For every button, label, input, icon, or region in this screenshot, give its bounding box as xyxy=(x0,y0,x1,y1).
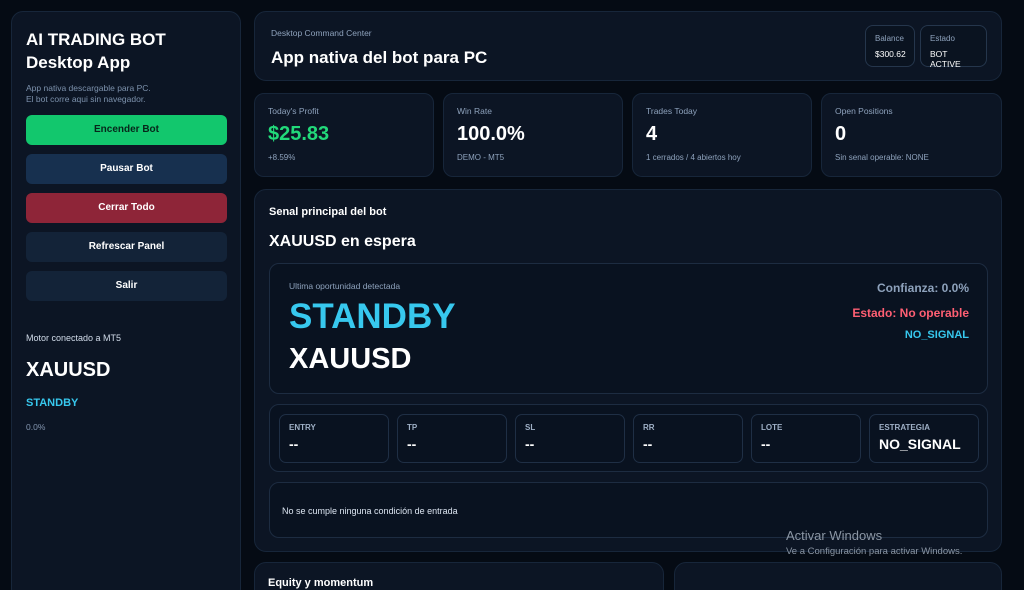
metric-value: NO_SIGNAL xyxy=(879,436,961,452)
stat-sub: Sin senal operable: NONE xyxy=(835,153,929,162)
metric-sl: SL -- xyxy=(515,414,625,463)
balance-value: $300.62 xyxy=(875,49,906,59)
metric-value: -- xyxy=(289,436,299,452)
stat-card-profit: Today's Profit $25.83 +8.59% xyxy=(254,93,434,177)
balance-badge: Balance $300.62 xyxy=(865,25,915,67)
start-bot-button[interactable]: Encender Bot xyxy=(26,115,227,145)
stat-label: Today's Profit xyxy=(268,106,319,116)
signal-confidence: Confianza: 0.0% xyxy=(876,281,969,295)
exit-button[interactable]: Salir xyxy=(26,271,227,301)
signal-code: NO_SIGNAL xyxy=(904,329,969,341)
estado-badge: Estado BOT ACTIVE xyxy=(920,25,987,69)
signal-state: STANDBY xyxy=(289,297,456,336)
estado-value: BOT ACTIVE xyxy=(930,49,961,69)
app-window: AI TRADING BOT Desktop App App nativa de… xyxy=(0,0,1024,590)
stat-sub: 1 cerrados / 4 abiertos hoy xyxy=(646,153,741,162)
pause-bot-button[interactable]: Pausar Bot xyxy=(26,154,227,184)
sidebar-symbol: XAUUSD xyxy=(26,359,111,381)
stat-value: 0 xyxy=(835,123,847,145)
secondary-panel xyxy=(674,562,1002,590)
header: Desktop Command Center App nativa del bo… xyxy=(254,11,1002,81)
stat-value: 100.0% xyxy=(457,123,525,145)
signal-panel: Senal principal del bot XAUUSD en espera… xyxy=(254,189,1002,552)
stat-label: Open Positions xyxy=(835,106,893,116)
sidebar-status: STANDBY xyxy=(26,397,79,409)
metric-label: RR xyxy=(643,423,655,432)
stat-card-win-rate: Win Rate 100.0% DEMO - MT5 xyxy=(443,93,623,177)
metric-value: -- xyxy=(525,436,535,452)
equity-panel: Equity y momentum xyxy=(254,562,664,590)
metric-value: -- xyxy=(407,436,417,452)
stat-value: 4 xyxy=(646,123,658,145)
refresh-panel-button[interactable]: Refrescar Panel xyxy=(26,232,227,262)
estado-label: Estado xyxy=(930,34,955,43)
page-title: App nativa del bot para PC xyxy=(271,48,488,67)
balance-label: Balance xyxy=(875,34,904,43)
app-title-line1: AI TRADING BOT xyxy=(26,30,166,49)
opportunity-label: Ultima oportunidad detectada xyxy=(289,281,401,291)
sidebar-confidence: 0.0% xyxy=(26,422,46,432)
metric-entry: ENTRY -- xyxy=(279,414,389,463)
metric-label: LOTE xyxy=(761,423,783,432)
signal-symbol-line: XAUUSD en espera xyxy=(269,233,416,250)
metric-label: ESTRATEGIA xyxy=(879,423,930,432)
stat-sub: +8.59% xyxy=(268,153,296,162)
metric-label: TP xyxy=(407,423,418,432)
signal-estado: Estado: No operable xyxy=(852,306,969,320)
stat-label: Win Rate xyxy=(457,106,492,116)
windows-activation-watermark: Activar Windows Ve a Configuración para … xyxy=(786,528,962,557)
metric-value: -- xyxy=(643,436,653,452)
stat-card-trades-today: Trades Today 4 1 cerrados / 4 abiertos h… xyxy=(632,93,812,177)
signal-opportunity-box: Ultima oportunidad detectada STANDBY XAU… xyxy=(269,263,988,394)
app-subtitle-line1: App nativa descargable para PC. xyxy=(26,83,151,93)
stat-sub: DEMO - MT5 xyxy=(457,153,505,162)
metric-label: SL xyxy=(525,423,536,432)
metric-rr: RR -- xyxy=(633,414,743,463)
app-title-line2: Desktop App xyxy=(26,53,131,72)
watermark-line2: Ve a Configuración para activar Windows. xyxy=(786,546,963,557)
stat-card-open-positions: Open Positions 0 Sin senal operable: NON… xyxy=(821,93,1002,177)
header-kicker: Desktop Command Center xyxy=(271,28,372,38)
signal-heading: Senal principal del bot xyxy=(269,206,387,218)
metric-label: ENTRY xyxy=(289,423,316,432)
watermark-line1: Activar Windows xyxy=(786,528,883,543)
signal-symbol: XAUUSD xyxy=(289,343,412,375)
motor-label: Motor conectado a MT5 xyxy=(26,333,122,343)
metric-estrategia: ESTRATEGIA NO_SIGNAL xyxy=(869,414,979,463)
metric-tp: TP -- xyxy=(397,414,507,463)
trade-metrics-row: ENTRY -- TP -- SL -- RR -- LOTE -- ESTRA… xyxy=(269,404,988,472)
stat-value: $25.83 xyxy=(268,123,330,145)
metric-lote: LOTE -- xyxy=(751,414,861,463)
sidebar: AI TRADING BOT Desktop App App nativa de… xyxy=(11,11,241,590)
equity-title: Equity y momentum xyxy=(268,577,374,589)
stat-label: Trades Today xyxy=(646,106,698,116)
app-subtitle-line2: El bot corre aqui sin navegador. xyxy=(26,94,146,104)
close-all-button[interactable]: Cerrar Todo xyxy=(26,193,227,223)
metric-value: -- xyxy=(761,436,771,452)
